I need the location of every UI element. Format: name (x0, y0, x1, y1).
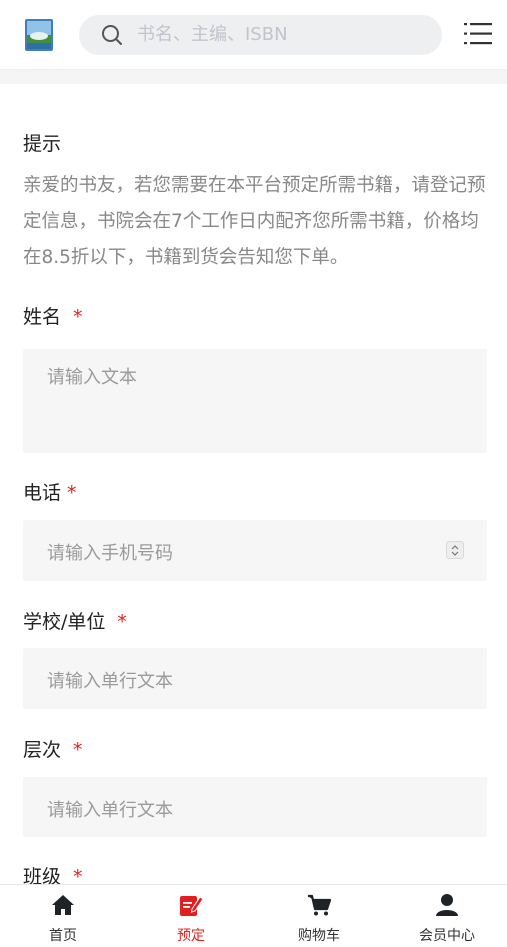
notice-title: 提示 (23, 133, 62, 155)
notice-text: 亲爱的书友，若您需要在本平台预定所需书籍，请登记预定信息，书院会在7个工作日内配… (23, 175, 486, 268)
tab-label: 预定 (177, 928, 205, 944)
level-placeholder: 请输入单行文本 (47, 800, 173, 821)
phone-field[interactable]: 请输入手机号码 (23, 520, 487, 581)
number-stepper[interactable] (446, 541, 464, 559)
field-label: 学校/单位 (23, 611, 106, 633)
cart-icon (306, 893, 332, 917)
phone-placeholder: 请输入手机号码 (47, 543, 173, 564)
field-label: 层次 (23, 739, 62, 761)
required-mark: * (73, 306, 83, 328)
user-icon (434, 893, 460, 917)
home-icon (50, 893, 76, 917)
name-placeholder: 请输入文本 (47, 367, 137, 388)
school-placeholder: 请输入单行文本 (47, 671, 173, 692)
search-bar[interactable]: 书名、主编、ISBN (79, 15, 442, 55)
tab-label: 首页 (49, 928, 77, 944)
field-label: 姓名 (23, 306, 62, 328)
school-field[interactable]: 请输入单行文本 (23, 648, 487, 709)
field-label: 电话 (23, 482, 62, 504)
name-field[interactable]: 请输入文本 (23, 349, 487, 453)
school-label: 学校/单位 * (23, 607, 127, 634)
phone-label: 电话 * (23, 478, 77, 505)
edit-icon (178, 893, 204, 917)
logo[interactable] (25, 19, 53, 51)
tab-reserve[interactable]: 预定 (128, 885, 254, 947)
tab-home[interactable]: 首页 (0, 885, 126, 947)
required-mark: * (67, 482, 77, 504)
tab-label: 会员中心 (419, 928, 475, 944)
tab-label: 购物车 (298, 928, 340, 944)
bottom-tabbar: 首页 预定 购物车 会员中心 (0, 884, 507, 947)
menu-icon[interactable] (464, 20, 494, 48)
search-icon (101, 24, 123, 46)
tab-cart[interactable]: 购物车 (256, 885, 382, 947)
name-label: 姓名 * (23, 302, 83, 329)
tab-member[interactable]: 会员中心 (384, 885, 507, 947)
required-mark: * (73, 739, 83, 761)
header: 书名、主编、ISBN (0, 0, 507, 70)
required-mark: * (117, 611, 127, 633)
section-divider (0, 70, 507, 84)
level-label: 层次 * (23, 735, 83, 762)
search-input[interactable]: 书名、主编、ISBN (137, 15, 288, 55)
level-field[interactable]: 请输入单行文本 (23, 777, 487, 837)
